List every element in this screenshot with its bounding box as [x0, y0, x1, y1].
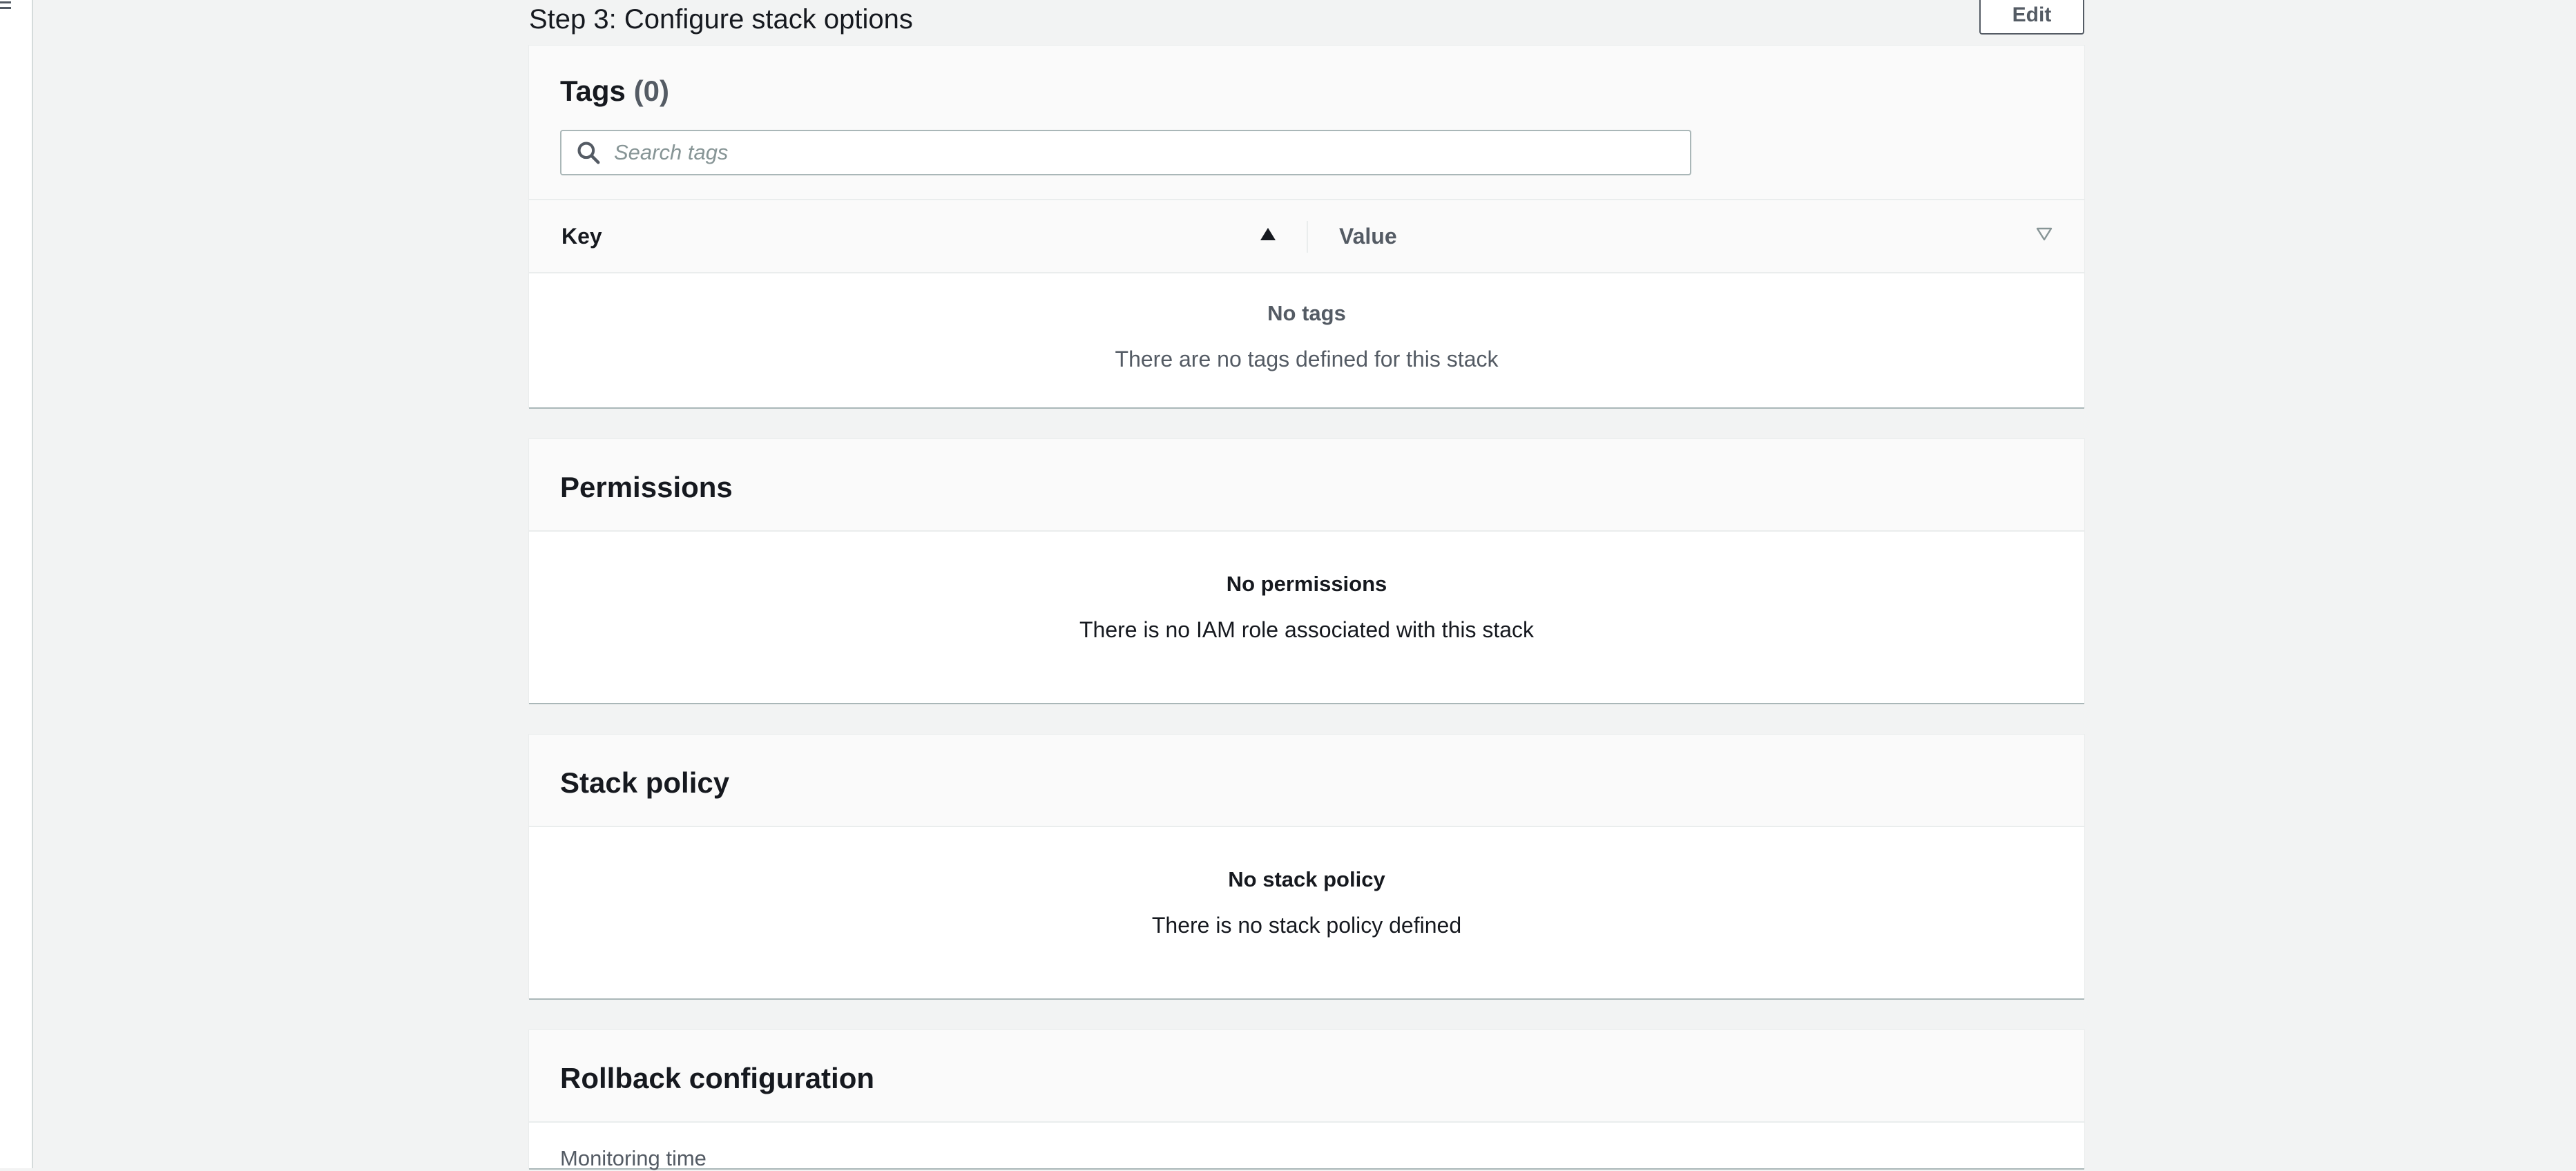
search-icon — [577, 142, 600, 164]
permissions-empty-description: There is no IAM role associated with thi… — [1079, 617, 1535, 642]
monitoring-time-label: Monitoring time — [560, 1146, 707, 1170]
tags-panel: Tags (0) Key Value No tags There are no … — [529, 46, 2084, 407]
tags-title: Tags (0) — [560, 75, 669, 108]
tags-panel-header: Tags (0) — [529, 46, 2084, 199]
tags-title-label: Tags — [560, 75, 626, 107]
tags-table-header: Key Value — [529, 199, 2084, 273]
stack-policy-panel-header: Stack policy — [529, 735, 2084, 827]
permissions-panel: Permissions No permissions There is no I… — [529, 439, 2084, 703]
stack-policy-empty-description: There is no stack policy defined — [1151, 913, 1462, 938]
rollback-panel-header: Rollback configuration — [529, 1030, 2084, 1123]
tags-search-box[interactable] — [560, 130, 1691, 175]
rollback-title: Rollback configuration — [560, 1062, 875, 1094]
tags-empty-description: There are no tags defined for this stack — [1115, 347, 1499, 371]
column-divider[interactable] — [1307, 221, 1308, 253]
step-header: Step 3: Configure stack options Edit — [529, 0, 2084, 46]
tags-empty-title: No tags — [1267, 301, 1346, 325]
search-tags-input[interactable] — [613, 139, 1690, 166]
column-header-key[interactable]: Key — [561, 224, 602, 249]
permissions-empty-title: No permissions — [1226, 572, 1387, 596]
step-title: Step 3: Configure stack options — [529, 4, 913, 35]
tags-count: (0) — [633, 75, 669, 107]
stack-policy-empty-title: No stack policy — [1228, 867, 1385, 891]
column-header-value[interactable]: Value — [1339, 224, 1397, 249]
permissions-panel-header: Permissions — [529, 439, 2084, 532]
edit-button[interactable]: Edit — [1979, 0, 2084, 35]
side-navigation-strip — [0, 0, 33, 1168]
stack-policy-title: Stack policy — [560, 766, 730, 799]
sort-ascending-icon[interactable] — [1260, 226, 1276, 242]
rollback-configuration-panel: Rollback configuration Monitoring time — [529, 1030, 2084, 1170]
hamburger-menu-icon[interactable] — [0, 1, 11, 15]
stack-policy-panel: Stack policy No stack policy There is no… — [529, 735, 2084, 998]
permissions-title: Permissions — [560, 471, 733, 503]
sort-descending-icon[interactable] — [2036, 226, 2053, 242]
